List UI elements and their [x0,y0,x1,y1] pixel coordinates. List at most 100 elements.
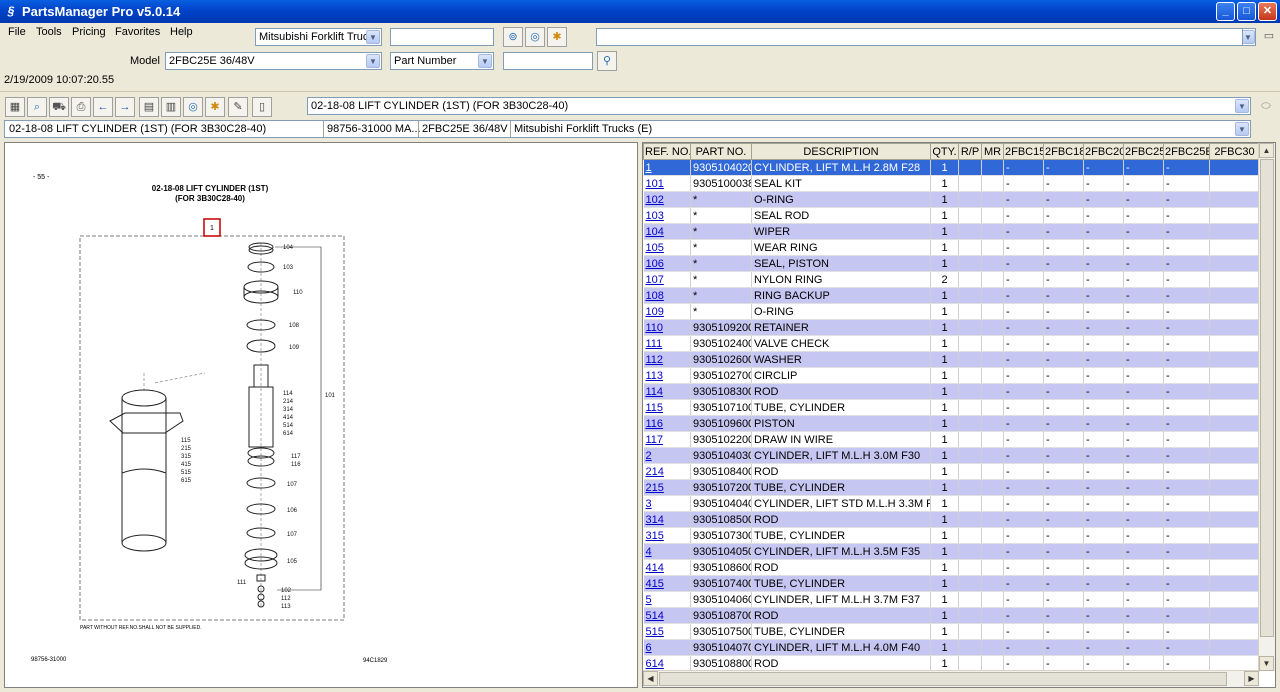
h-scroll-thumb[interactable] [659,672,1227,686]
search-icon[interactable]: ⚲ [597,51,617,71]
breadcrumb[interactable]: 02-18-08 LIFT CYLINDER (1ST) (FOR 3B30C2… [4,120,1251,138]
search-doc-icon[interactable]: ⌕ [27,97,47,117]
table-row[interactable]: 114 9305108300 ROD 1- - - - - [643,383,1260,400]
ref-link[interactable]: 117 [643,431,691,448]
ref-link[interactable]: 111 [643,335,691,352]
vertical-scrollbar[interactable]: ▲ ▼ [1258,143,1275,671]
ref-link[interactable]: 112 [643,351,691,368]
ref-link[interactable]: 115 [643,399,691,416]
table-row[interactable]: 215 9305107200 TUBE, CYLINDER 1- - - - - [643,479,1260,496]
table-row[interactable]: 107 * NYLON RING 2- - - - - [643,271,1260,288]
binoculars-alt-icon[interactable]: ◎ [525,27,545,47]
col-2fbc20[interactable]: 2FBC20 [1083,143,1124,160]
table-row[interactable]: 4 9305104050 CYLINDER, LIFT M.L.H 3.5M F35… [643,543,1260,560]
search-value-input[interactable] [503,52,593,70]
table-row[interactable]: 112 9305102600 WASHER 1- - - - - [643,351,1260,368]
ref-link[interactable]: 116 [643,415,691,432]
table-row[interactable]: 113 9305102700 CIRCLIP 1- - - - - [643,367,1260,384]
brand-select[interactable]: Mitsubishi Forklift Truck: ▼ [255,28,382,46]
ref-link[interactable]: 114 [643,383,691,400]
table-row[interactable]: 514 9305108700 ROD 1- - - - - [643,607,1260,624]
col-rp[interactable]: R/P [958,143,982,160]
grid-icon[interactable]: ▦ [5,97,25,117]
ref-link[interactable]: 414 [643,559,691,576]
table-row[interactable]: 1 9305104020 CYLINDER, LIFT M.L.H 2.8M F28… [643,159,1260,176]
binoculars-icon[interactable]: ⊚ [503,27,523,47]
layout-icon[interactable]: ▤ [139,97,159,117]
edit-note-icon[interactable]: ✎ [228,97,248,117]
ref-link[interactable]: 105 [643,239,691,256]
ref-link[interactable]: 102 [643,191,691,208]
col-2fbc25[interactable]: 2FBC25 [1123,143,1164,160]
maximize-button[interactable]: □ [1237,2,1256,21]
puzzle-icon[interactable]: ✱ [205,97,225,117]
ref-link[interactable]: 2 [643,447,691,464]
col-2fbc25e[interactable]: 2FBC25E [1163,143,1210,160]
ref-link[interactable]: 515 [643,623,691,640]
quick-search-input[interactable] [390,28,494,46]
forward-arrow-icon[interactable]: → [115,97,135,117]
ref-link[interactable]: 314 [643,511,691,528]
table-row[interactable]: 101 9305100038 SEAL KIT 1- - - - - [643,175,1260,192]
ref-link[interactable]: 113 [643,367,691,384]
ref-link[interactable]: 110 [643,319,691,336]
menu-tools[interactable]: Tools [36,26,62,38]
ref-link[interactable]: 315 [643,527,691,544]
col-part-no[interactable]: PART NO. [690,143,752,160]
table-row[interactable]: 414 9305108600 ROD 1- - - - - [643,559,1260,576]
ref-link[interactable]: 415 [643,575,691,592]
cart-icon[interactable]: ⛟ [49,97,69,117]
minimize-button[interactable]: _ [1216,2,1235,21]
menu-file[interactable]: File [8,26,26,38]
table-row[interactable]: 104 * WIPER 1- - - - - [643,223,1260,240]
ref-link[interactable]: 108 [643,287,691,304]
ref-link[interactable]: 1 [643,159,691,176]
ref-link[interactable]: 514 [643,607,691,624]
menu-favorites[interactable]: Favorites [115,26,160,38]
scroll-down-icon[interactable]: ▼ [1259,656,1274,671]
table-row[interactable]: 214 9305108400 ROD 1- - - - - [643,463,1260,480]
col-ref-no[interactable]: REF. NO. [643,143,691,160]
col-2fbc30[interactable]: 2FBC30 [1209,143,1260,160]
table-row[interactable]: 106 * SEAL, PISTON 1- - - - - [643,255,1260,272]
ref-link[interactable]: 109 [643,303,691,320]
model-select[interactable]: 2FBC25E 36/48V ▼ [165,52,382,70]
back-arrow-icon[interactable]: ← [93,97,113,117]
table-row[interactable]: 115 9305107100 TUBE, CYLINDER 1- - - - - [643,399,1260,416]
puzzle-icon[interactable]: ✱ [547,27,567,47]
ref-link[interactable]: 103 [643,207,691,224]
page-icon[interactable]: ▯ [252,97,272,117]
menu-help[interactable]: Help [170,26,193,38]
scroll-left-icon[interactable]: ◀ [643,671,658,686]
tab-icon[interactable]: ▭ [1259,27,1279,47]
table-row[interactable]: 2 9305104030 CYLINDER, LIFT M.L.H 3.0M F30… [643,447,1260,464]
table-row[interactable]: 315 9305107300 TUBE, CYLINDER 1- - - - - [643,527,1260,544]
ref-link[interactable]: 3 [643,495,691,512]
eraser-icon[interactable]: ⬭ [1256,97,1276,117]
binoculars-icon[interactable]: ◎ [183,97,203,117]
col-qty[interactable]: QTY. [930,143,959,160]
table-row[interactable]: 515 9305107500 TUBE, CYLINDER 1- - - - - [643,623,1260,640]
col-2fbc18[interactable]: 2FBC18 [1043,143,1084,160]
table-row[interactable]: 109 * O-RING 1- - - - - [643,303,1260,320]
close-button[interactable]: ✕ [1258,2,1277,21]
table-row[interactable]: 314 9305108500 ROD 1- - - - - [643,511,1260,528]
horizontal-scrollbar[interactable]: ◀ ▶ [643,670,1259,687]
ref-link[interactable]: 106 [643,255,691,272]
scroll-up-icon[interactable]: ▲ [1259,143,1274,158]
table-row[interactable]: 110 9305109200 RETAINER 1- - - - - [643,319,1260,336]
scroll-right-icon[interactable]: ▶ [1244,671,1259,686]
print-icon[interactable]: ⎙ [71,97,91,117]
table-row[interactable]: 6 9305104070 CYLINDER, LIFT M.L.H 4.0M F40… [643,639,1260,656]
scroll-thumb[interactable] [1260,159,1274,637]
table-row[interactable]: 108 * RING BACKUP 1- - - - - [643,287,1260,304]
col-2fbc15[interactable]: 2FBC15 [1003,143,1044,160]
ref-link[interactable]: 214 [643,463,691,480]
ref-link[interactable]: 4 [643,543,691,560]
url-dropdown[interactable]: ▼ [1242,28,1256,46]
table-row[interactable]: 415 9305107400 TUBE, CYLINDER 1- - - - - [643,575,1260,592]
section-select[interactable]: 02-18-08 LIFT CYLINDER (1ST) (FOR 3B30C2… [307,97,1251,115]
list-view-icon[interactable]: ▥ [161,97,181,117]
ref-link[interactable]: 107 [643,271,691,288]
col-mr[interactable]: MR [981,143,1004,160]
